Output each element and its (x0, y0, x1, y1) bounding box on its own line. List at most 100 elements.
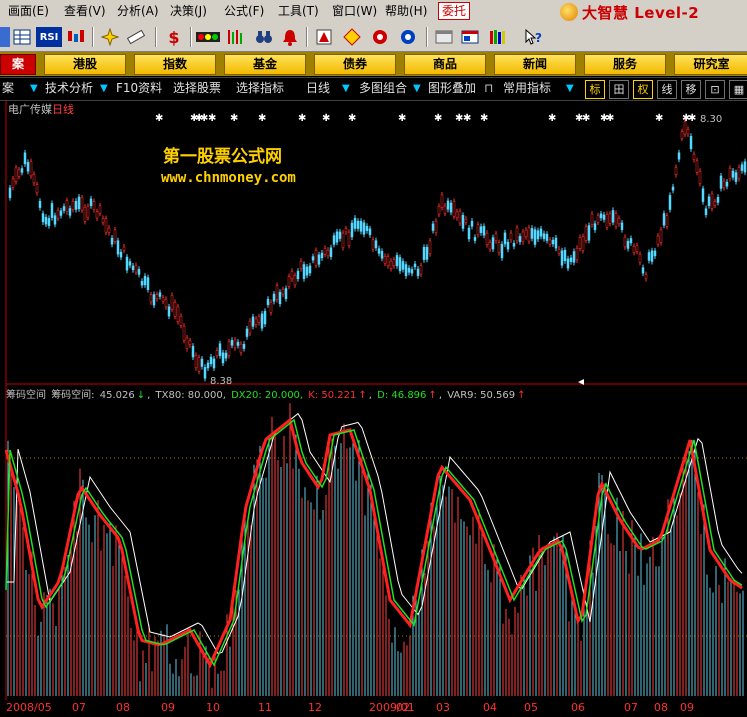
move-toggle[interactable]: 移 (681, 80, 701, 99)
lock-icon[interactable]: ⊓ (484, 80, 493, 97)
nav-tab-bond[interactable]: 债券 (314, 54, 396, 75)
nav-tab-service[interactable]: 服务 (584, 54, 666, 75)
nav-tab-current[interactable]: 案 (0, 54, 36, 75)
candle-body (254, 318, 258, 325)
candle-body (692, 154, 696, 160)
menu-tools[interactable]: 工具(T) (278, 3, 319, 19)
candle-body (383, 256, 387, 264)
func-tab-current[interactable]: 案 (2, 80, 14, 97)
flag-icon[interactable] (314, 27, 334, 47)
grid-toggle[interactable]: 田 (609, 80, 629, 99)
menu-trade[interactable]: 委托 (438, 2, 471, 20)
menu-help[interactable]: 帮助(H) (385, 3, 427, 19)
candle-body (479, 226, 483, 233)
candle-body (695, 160, 699, 173)
bell-icon[interactable] (280, 27, 300, 47)
date-label: 03 (436, 701, 450, 714)
candle-body (719, 175, 723, 189)
window-icon[interactable] (434, 27, 454, 47)
candle-body (626, 241, 630, 249)
signal-star-icon: ✱ (655, 113, 663, 124)
candle-body (338, 231, 342, 239)
kline-icon[interactable] (66, 27, 86, 47)
dollar-icon[interactable]: $ (164, 27, 184, 47)
dropdown-arrow-icon[interactable]: ▼ (413, 80, 421, 97)
candle-body (731, 170, 735, 178)
menu-icon[interactable] (0, 27, 10, 47)
candle-body (191, 345, 195, 358)
diamond-icon[interactable] (342, 27, 362, 47)
nav-tab-fund[interactable]: 基金 (224, 54, 306, 75)
high-price-label: 8.30 (700, 114, 722, 125)
date-label: 09 (161, 701, 175, 714)
books-icon[interactable] (488, 27, 508, 47)
func-common-indicators[interactable]: 常用指标 (503, 80, 551, 97)
candle-body (341, 232, 345, 248)
traffic-light-icon[interactable] (196, 27, 220, 47)
dropdown-arrow-icon[interactable]: ▼ (30, 80, 38, 97)
grid-icon[interactable] (12, 27, 32, 47)
rsi-icon[interactable]: RSI (36, 27, 62, 47)
menu-formula[interactable]: 公式(F) (224, 3, 264, 19)
nav-tab-news[interactable]: 新闻 (494, 54, 576, 75)
candle-body (380, 251, 384, 259)
candle-body (473, 237, 477, 241)
candle-body (224, 352, 228, 359)
dropdown-arrow-icon[interactable]: ▼ (342, 80, 350, 97)
func-f10[interactable]: F10资料 (116, 80, 162, 97)
binoculars-icon[interactable] (254, 27, 274, 47)
ring-red-icon[interactable] (370, 27, 390, 47)
menu-screen[interactable]: 画面(E) (8, 3, 49, 19)
nav-tab-index[interactable]: 指数 (134, 54, 216, 75)
candle-body (506, 241, 510, 250)
candle-body (575, 248, 579, 261)
candle-body (401, 261, 405, 270)
ring-blue-icon[interactable] (398, 27, 418, 47)
help-icon[interactable]: ? (524, 27, 544, 47)
candle-body (50, 203, 54, 218)
candle-body (188, 340, 192, 345)
ruler-icon[interactable] (126, 27, 146, 47)
crosshair-icon[interactable] (100, 27, 120, 47)
layout-icon[interactable] (460, 27, 480, 47)
func-tech-analysis[interactable]: 技术分析 (45, 80, 93, 97)
candle-body (623, 236, 627, 248)
candle-body (524, 229, 528, 237)
func-multi-chart[interactable]: 多图组合 (359, 80, 407, 97)
menu-window[interactable]: 窗口(W) (332, 3, 377, 19)
line-toggle[interactable]: 线 (657, 80, 677, 99)
brand-name: 大智慧 Level-2 (582, 4, 700, 22)
func-select-stock[interactable]: 选择股票 (173, 80, 221, 97)
menu-view[interactable]: 查看(V) (64, 3, 106, 19)
signal-star-icon: ✱ (230, 113, 238, 124)
candle-body (92, 201, 96, 210)
nav-tab-research[interactable]: 研究室 (674, 54, 747, 75)
func-overlay[interactable]: 图形叠加 (428, 80, 476, 97)
candle-body (344, 228, 348, 233)
layout-toggle[interactable]: ▦ (729, 80, 747, 99)
signal-star-icon: ✱ (155, 113, 163, 124)
menu-analysis[interactable]: 分析(A) (117, 3, 159, 19)
bars-icon[interactable] (226, 27, 246, 47)
menu-decision[interactable]: 决策(J) (170, 3, 207, 19)
candle-body (242, 344, 246, 349)
candle-body (197, 357, 201, 372)
candle-body (425, 246, 429, 260)
candle-body (656, 235, 660, 245)
candle-body (389, 261, 393, 269)
candle-body (323, 248, 327, 255)
func-period[interactable]: 日线 (306, 80, 330, 97)
mark-toggle[interactable]: 标 (585, 80, 605, 99)
nav-tab-commodity[interactable]: 商品 (404, 54, 486, 75)
indicator-name[interactable]: 筹码空间 (6, 390, 46, 401)
dropdown-arrow-icon[interactable]: ▼ (566, 80, 574, 97)
candle-body (554, 237, 558, 249)
date-label: 02 (396, 701, 410, 714)
zoom-toggle[interactable]: ⊡ (705, 80, 725, 99)
nav-tab-hk[interactable]: 港股 (44, 54, 126, 75)
rights-toggle[interactable]: 权 (633, 80, 653, 99)
candle-body (680, 131, 684, 139)
candle-body (29, 161, 33, 177)
func-select-indicator[interactable]: 选择指标 (236, 80, 284, 97)
dropdown-arrow-icon[interactable]: ▼ (100, 80, 108, 97)
